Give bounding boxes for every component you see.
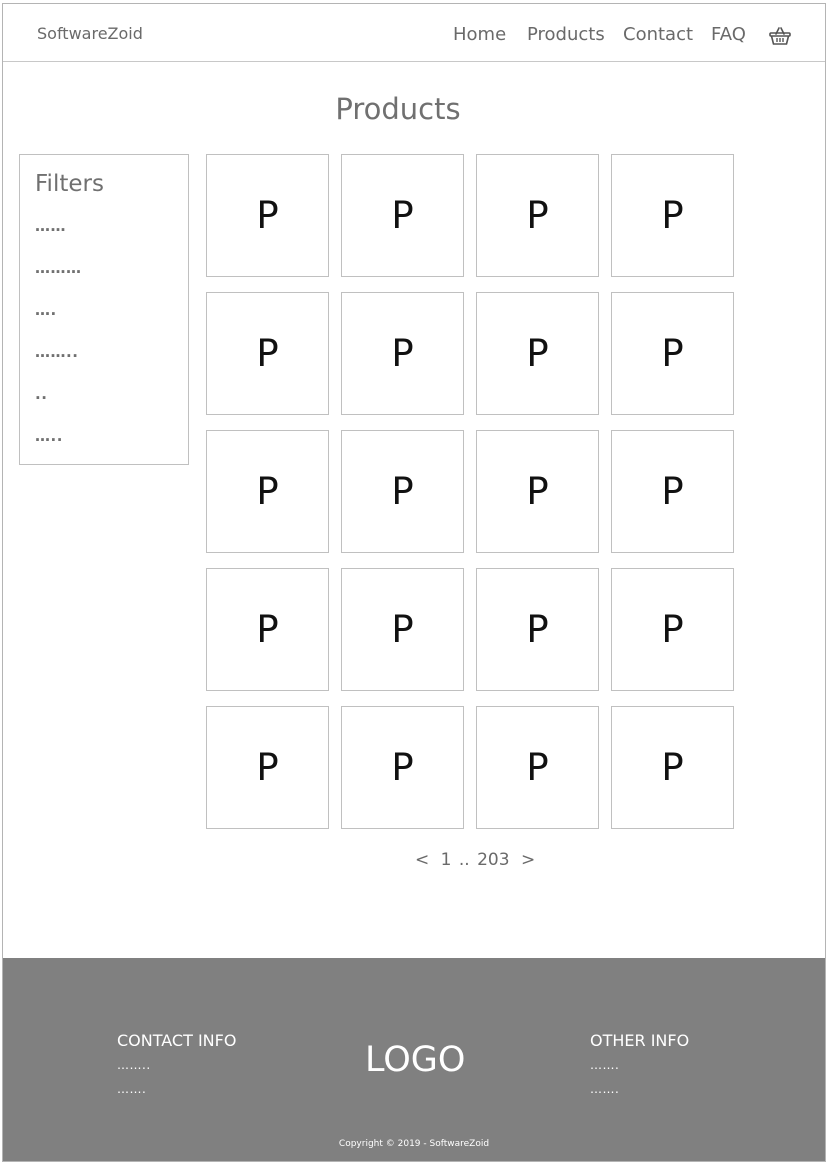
other-info-heading: OTHER INFO <box>590 1031 690 1050</box>
filter-item[interactable]: .. <box>35 385 47 403</box>
filters-panel: Filters …… ……… …. …….. .. ….. <box>19 154 189 465</box>
filter-item[interactable]: ……… <box>35 259 82 277</box>
nav-products-link[interactable]: Products <box>527 24 605 45</box>
product-card[interactable]: P <box>206 292 329 415</box>
product-card[interactable]: P <box>206 706 329 829</box>
product-card[interactable]: P <box>341 568 464 691</box>
pagination-ellipsis: .. <box>458 850 470 870</box>
brand-name[interactable]: SoftwareZoid <box>37 24 143 43</box>
contact-info-line: ……. <box>117 1082 147 1096</box>
copyright-text: Copyright © 2019 - SoftwareZoid <box>338 1139 490 1149</box>
page-first-link[interactable]: 1 <box>441 850 452 870</box>
filter-item[interactable]: …….. <box>35 343 78 361</box>
pagination: < 1 .. 203 > <box>415 850 535 870</box>
product-card[interactable]: P <box>341 154 464 277</box>
filter-item[interactable]: ….. <box>35 427 63 445</box>
contact-info-heading: CONTACT INFO <box>117 1031 237 1050</box>
product-card[interactable]: P <box>476 568 599 691</box>
product-card[interactable]: P <box>206 568 329 691</box>
product-card[interactable]: P <box>476 430 599 553</box>
top-nav-bar: SoftwareZoid Home Products Contact FAQ <box>3 4 825 62</box>
product-card[interactable]: P <box>206 430 329 553</box>
product-card[interactable]: P <box>611 430 734 553</box>
filters-title: Filters <box>35 171 104 197</box>
product-card[interactable]: P <box>611 154 734 277</box>
product-card[interactable]: P <box>611 568 734 691</box>
product-card[interactable]: P <box>611 292 734 415</box>
footer: CONTACT INFO …….. ……. LOGO OTHER INFO ……… <box>3 958 825 1161</box>
filter-item[interactable]: …. <box>35 301 57 319</box>
other-info-line: ……. <box>590 1058 620 1072</box>
product-card[interactable]: P <box>476 706 599 829</box>
basket-icon[interactable] <box>769 26 791 46</box>
prev-page-button[interactable]: < <box>415 850 429 870</box>
product-card[interactable]: P <box>341 430 464 553</box>
next-page-button[interactable]: > <box>521 850 535 870</box>
product-card[interactable]: P <box>206 154 329 277</box>
footer-logo: LOGO <box>365 1040 466 1080</box>
product-card[interactable]: P <box>341 706 464 829</box>
nav-contact-link[interactable]: Contact <box>623 24 693 45</box>
product-card[interactable]: P <box>476 154 599 277</box>
nav-faq-link[interactable]: FAQ <box>711 24 746 45</box>
nav-home-link[interactable]: Home <box>453 24 506 45</box>
product-card[interactable]: P <box>341 292 464 415</box>
other-info-line: ……. <box>590 1082 620 1096</box>
page-last-link[interactable]: 203 <box>477 850 509 870</box>
product-card[interactable]: P <box>476 292 599 415</box>
product-card[interactable]: P <box>611 706 734 829</box>
contact-info-line: …….. <box>117 1058 151 1072</box>
page-frame: SoftwareZoid Home Products Contact FAQ P… <box>2 3 826 1162</box>
page-title: Products <box>335 92 461 126</box>
filter-item[interactable]: …… <box>35 217 66 235</box>
